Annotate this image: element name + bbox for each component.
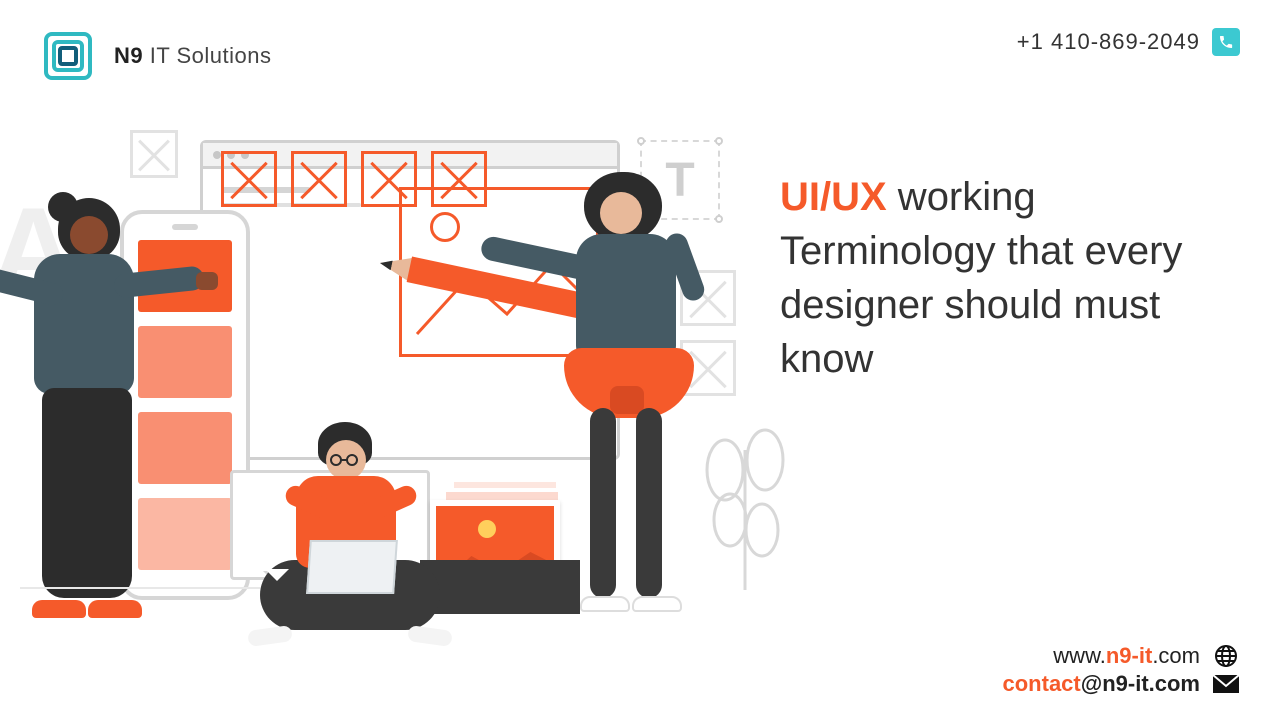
- laptop-icon: [306, 540, 398, 594]
- email-user: contact: [1003, 671, 1081, 696]
- hero-illustration: A: [0, 120, 780, 645]
- thumbnail-row: [221, 151, 487, 207]
- footer-contact: www.n9-it.com contact@n9-it.com: [1003, 641, 1241, 697]
- headline-panel: UI/UX working Terminology that every des…: [780, 120, 1280, 645]
- phone-icon: [1212, 28, 1240, 56]
- main-content: A: [0, 120, 1280, 645]
- brand-name: N9 IT Solutions: [114, 43, 272, 69]
- brand-logo-icon: [40, 28, 96, 84]
- window-dot-icon: [213, 151, 221, 159]
- email-domain: @n9-it.com: [1081, 671, 1200, 696]
- brand-name-bold: N9: [114, 43, 143, 68]
- placeholder-tile-icon: [221, 151, 277, 207]
- page: N9 IT Solutions +1 410-869-2049 A: [0, 0, 1280, 725]
- brand-logo[interactable]: N9 IT Solutions: [40, 28, 272, 84]
- person-woman-left: [4, 198, 174, 618]
- email-link[interactable]: contact@n9-it.com: [1003, 671, 1241, 697]
- placeholder-tile-icon: [291, 151, 347, 207]
- phone-number: +1 410-869-2049: [1017, 29, 1200, 55]
- website-name: n9-it: [1106, 643, 1152, 668]
- header: N9 IT Solutions +1 410-869-2049: [0, 0, 1280, 110]
- person-woman-right: [540, 172, 740, 612]
- sun-shape-icon: [430, 212, 460, 242]
- website-link[interactable]: www.n9-it.com: [1003, 643, 1241, 669]
- placeholder-tile-icon: [431, 151, 487, 207]
- phone-notch-icon: [172, 224, 198, 230]
- page-headline: UI/UX working Terminology that every des…: [780, 170, 1220, 386]
- ground-line: [20, 587, 260, 589]
- phone-link[interactable]: +1 410-869-2049: [1017, 28, 1240, 56]
- brand-name-rest: IT Solutions: [143, 43, 271, 68]
- placeholder-tile-icon: [361, 151, 417, 207]
- mail-icon: [1212, 673, 1240, 695]
- headline-accent: UI/UX: [780, 175, 887, 219]
- website-prefix: www.: [1053, 643, 1106, 668]
- placeholder-box-icon: [130, 130, 178, 178]
- website-suffix: .com: [1152, 643, 1200, 668]
- person-man-sitting: [240, 430, 460, 640]
- globe-icon: [1212, 645, 1240, 667]
